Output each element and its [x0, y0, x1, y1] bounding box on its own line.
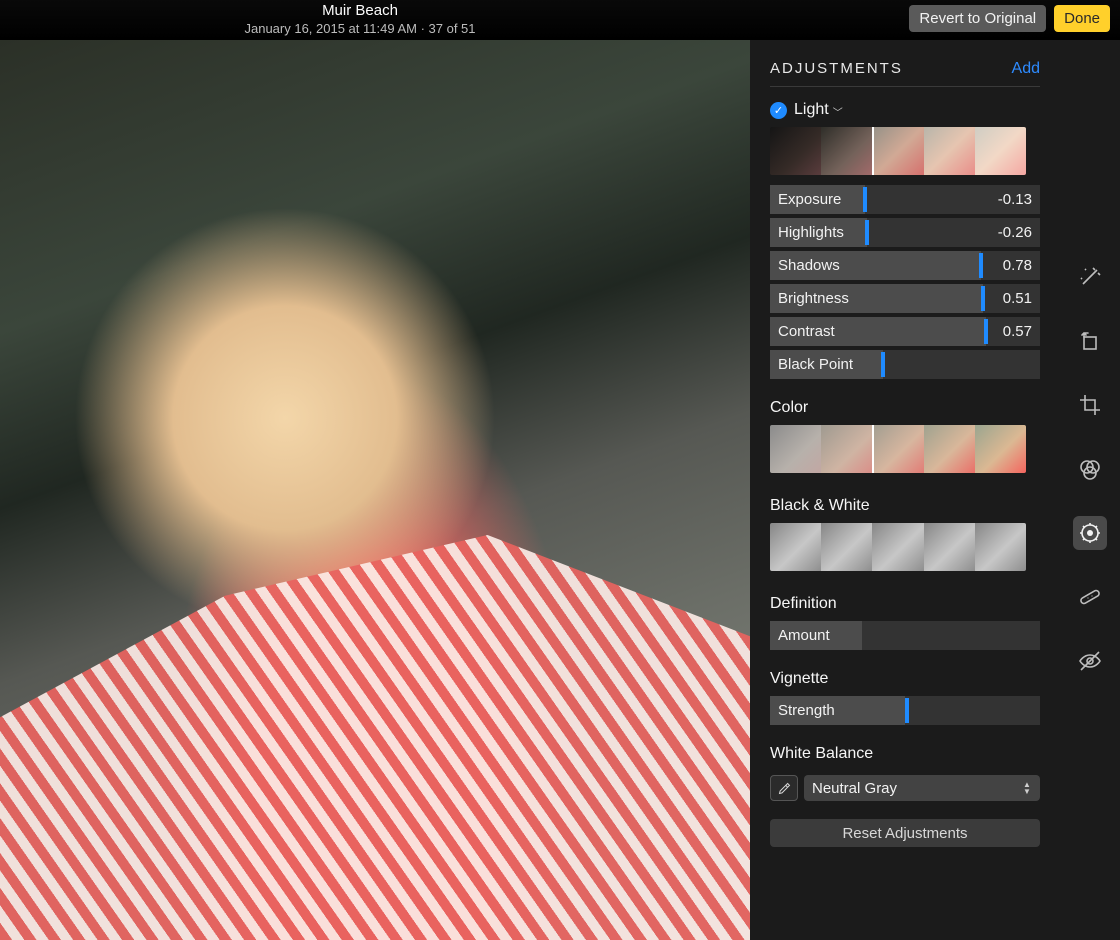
panel-heading: ADJUSTMENTS — [770, 60, 903, 77]
bandage-icon — [1078, 585, 1102, 609]
eye-off-icon — [1078, 649, 1102, 673]
tool-strip — [1060, 40, 1120, 940]
adjust-icon — [1078, 521, 1102, 545]
photo-meta: January 16, 2015 at 11:49 AM · 37 of 51 — [160, 21, 560, 36]
wand-icon — [1078, 265, 1102, 289]
slider-label: Shadows — [778, 257, 840, 274]
revert-button[interactable]: Revert to Original — [909, 5, 1046, 32]
stepper-icon: ▲▼ — [1020, 778, 1034, 798]
redeye-tool[interactable] — [1073, 644, 1107, 678]
definition-slider[interactable]: Amount — [770, 621, 1040, 650]
vignette-slider[interactable]: Strength — [770, 696, 1040, 725]
slider-black-point[interactable]: Black Point — [770, 350, 1040, 379]
vignette-param-label: Strength — [778, 702, 835, 719]
eyedropper-icon — [777, 781, 792, 796]
light-section-toggle[interactable]: Light ﹀ — [794, 101, 843, 119]
retouch-tool[interactable] — [1073, 580, 1107, 614]
adjustments-panel: ADJUSTMENTS Add ✓ Light ﹀ Exposure -0.13 H… — [750, 40, 1060, 940]
eyedropper-button[interactable] — [770, 775, 798, 801]
photo-title: Muir Beach — [160, 2, 560, 19]
bw-thumbnails[interactable] — [770, 523, 1026, 571]
photo-preview[interactable] — [0, 40, 750, 940]
wb-label[interactable]: White Balance — [770, 745, 1040, 763]
rotate-icon — [1078, 329, 1102, 353]
wb-select[interactable]: Neutral Gray ▲▼ — [804, 775, 1040, 801]
light-enabled-icon[interactable]: ✓ — [770, 102, 787, 119]
definition-label[interactable]: Definition — [770, 595, 1040, 613]
auto-enhance-tool[interactable] — [1073, 260, 1107, 294]
filters-icon — [1078, 457, 1102, 481]
slider-label: Black Point — [778, 356, 853, 373]
adjust-tool[interactable] — [1073, 516, 1107, 550]
slider-brightness[interactable]: Brightness 0.51 — [770, 284, 1040, 313]
slider-contrast[interactable]: Contrast 0.57 — [770, 317, 1040, 346]
crop-icon — [1078, 393, 1102, 417]
slider-shadows[interactable]: Shadows 0.78 — [770, 251, 1040, 280]
slider-label: Brightness — [778, 290, 849, 307]
rotate-tool[interactable] — [1073, 324, 1107, 358]
slider-value: 0.51 — [1003, 290, 1032, 307]
color-thumbnails[interactable] — [770, 425, 1026, 473]
done-button[interactable]: Done — [1054, 5, 1110, 32]
bw-label[interactable]: Black & White — [770, 497, 1040, 515]
vignette-label[interactable]: Vignette — [770, 670, 1040, 688]
definition-param-label: Amount — [778, 627, 830, 644]
color-label[interactable]: Color — [770, 399, 1040, 417]
reset-adjustments-button[interactable]: Reset Adjustments — [770, 819, 1040, 847]
light-label: Light — [794, 101, 829, 119]
chevron-down-icon: ﹀ — [833, 104, 843, 119]
slider-exposure[interactable]: Exposure -0.13 — [770, 185, 1040, 214]
slider-value: 0.57 — [1003, 323, 1032, 340]
add-adjustment-button[interactable]: Add — [1012, 60, 1040, 78]
filters-tool[interactable] — [1073, 452, 1107, 486]
slider-highlights[interactable]: Highlights -0.26 — [770, 218, 1040, 247]
slider-value: 0.78 — [1003, 257, 1032, 274]
light-thumbnails[interactable] — [770, 127, 1026, 175]
slider-label: Contrast — [778, 323, 835, 340]
slider-value: -0.26 — [998, 224, 1032, 241]
crop-tool[interactable] — [1073, 388, 1107, 422]
slider-value: -0.13 — [998, 191, 1032, 208]
title-block: Muir Beach January 16, 2015 at 11:49 AM … — [160, 0, 560, 36]
top-bar: Muir Beach January 16, 2015 at 11:49 AM … — [0, 0, 1120, 40]
wb-select-value: Neutral Gray — [812, 780, 897, 797]
slider-label: Exposure — [778, 191, 841, 208]
slider-label: Highlights — [778, 224, 844, 241]
